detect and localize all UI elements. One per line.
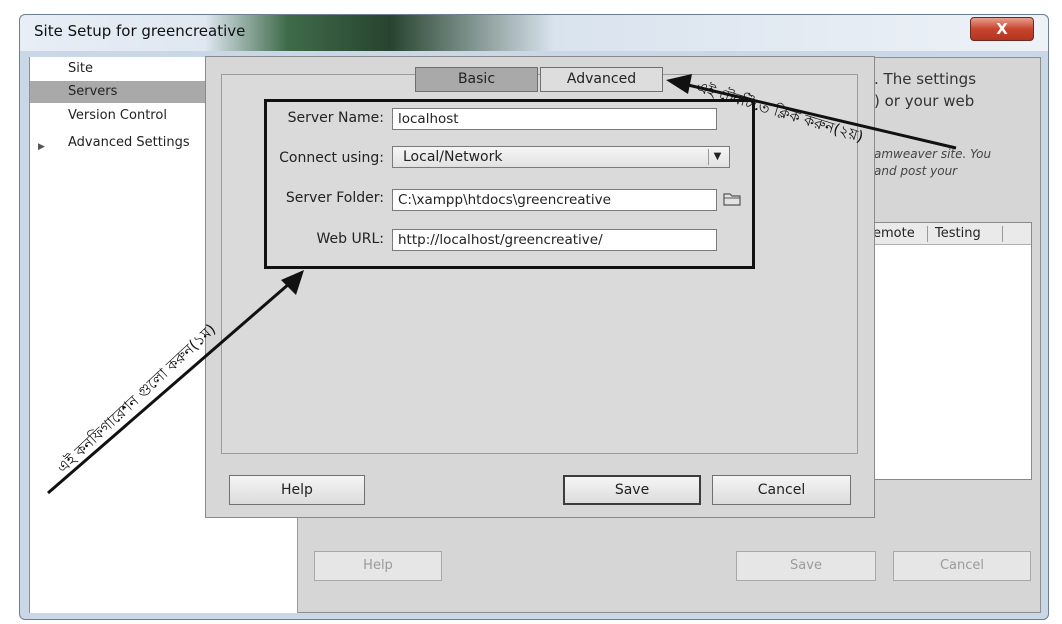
expand-arrow-icon[interactable]: ▶ — [38, 142, 45, 152]
background-description-italic: amweaver site. You and post your — [874, 146, 991, 180]
server-folder-label: Server Folder: — [285, 190, 384, 206]
column-divider — [1002, 226, 1003, 242]
server-table — [870, 222, 1032, 480]
description-line: and post your — [874, 164, 958, 178]
server-table-header: emote Testing — [871, 223, 1031, 245]
background-cancel-button[interactable]: Cancel — [893, 551, 1031, 581]
column-header-remote[interactable]: emote — [873, 223, 915, 245]
background-description: . The settings ) or your web — [874, 68, 976, 112]
background-save-button[interactable]: Save — [736, 551, 876, 581]
server-name-input[interactable]: localhost — [392, 108, 717, 130]
background-help-button[interactable]: Help — [314, 551, 442, 581]
description-line: ) or your web — [874, 92, 975, 110]
chevron-down-icon[interactable]: ▼ — [708, 149, 726, 165]
tab-advanced[interactable]: Advanced — [540, 67, 663, 92]
web-url-input[interactable]: http://localhost/greencreative/ — [392, 229, 717, 251]
window-title: Site Setup for greencreative — [34, 22, 246, 40]
tab-basic[interactable]: Basic — [415, 67, 538, 92]
save-button[interactable]: Save — [563, 475, 701, 505]
description-line: . The settings — [874, 70, 977, 88]
server-name-label: Server Name: — [287, 110, 384, 126]
column-divider — [927, 226, 928, 242]
close-button[interactable]: X — [970, 17, 1034, 41]
connect-using-select[interactable]: Local/Network — [392, 146, 730, 168]
web-url-label: Web URL: — [316, 231, 384, 247]
folder-icon[interactable] — [723, 192, 741, 206]
help-button[interactable]: Help — [229, 475, 365, 505]
column-header-testing[interactable]: Testing — [935, 223, 981, 245]
cancel-button[interactable]: Cancel — [712, 475, 851, 505]
connect-using-label: Connect using: — [279, 150, 384, 166]
server-folder-input[interactable]: C:\xampp\htdocs\greencreative — [392, 189, 717, 211]
description-line: amweaver site. You — [874, 147, 992, 161]
